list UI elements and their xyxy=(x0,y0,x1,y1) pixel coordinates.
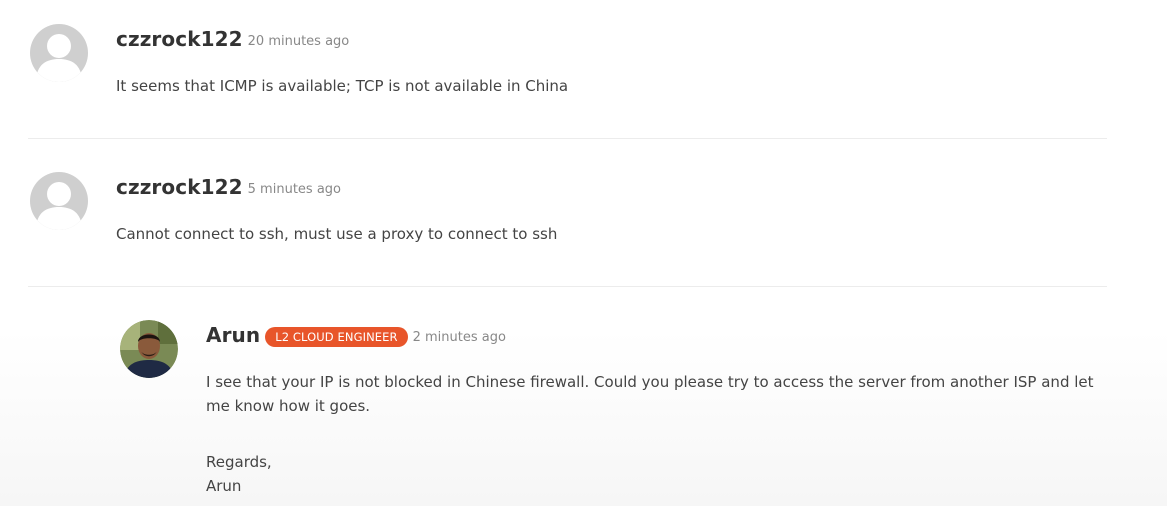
reply-timestamp[interactable]: 2 minutes ago xyxy=(413,330,506,345)
reply-text-line: I see that your IP is not blocked in Chi… xyxy=(206,373,1094,391)
comment-meta: czzrock122 20 minutes ago xyxy=(116,27,349,51)
default-avatar-icon xyxy=(30,24,88,82)
reply-signoff: Regards, xyxy=(206,453,272,471)
comment-timestamp[interactable]: 20 minutes ago xyxy=(248,34,350,49)
comment-text: Cannot connect to ssh, must use a proxy … xyxy=(116,225,558,243)
comment-thread: czzrock122 20 minutes ago It seems that … xyxy=(0,0,1167,506)
default-avatar-icon xyxy=(30,172,88,230)
comment-author[interactable]: czzrock122 xyxy=(116,175,243,199)
comment-body: Cannot connect to ssh, must use a proxy … xyxy=(116,222,1096,246)
reply-text-line: me know how it goes. xyxy=(206,397,371,415)
reply-body: I see that your IP is not blocked in Chi… xyxy=(206,370,1126,498)
comment-text: It seems that ICMP is available; TCP is … xyxy=(116,77,569,95)
comment-divider xyxy=(28,138,1107,139)
comment-timestamp[interactable]: 5 minutes ago xyxy=(248,182,341,197)
reply-author[interactable]: Arun xyxy=(206,323,260,347)
comment-author[interactable]: czzrock122 xyxy=(116,27,243,51)
reply-meta: Arun L2 CLOUD ENGINEER 2 minutes ago xyxy=(206,323,506,347)
paragraph-spacer xyxy=(206,418,1126,450)
reply-signature: Arun xyxy=(206,477,242,495)
role-badge: L2 CLOUD ENGINEER xyxy=(265,327,408,347)
comment-meta: czzrock122 5 minutes ago xyxy=(116,175,341,199)
comment-divider xyxy=(28,286,1107,287)
comment-body: It seems that ICMP is available; TCP is … xyxy=(116,74,1096,98)
user-photo-avatar xyxy=(120,320,178,378)
